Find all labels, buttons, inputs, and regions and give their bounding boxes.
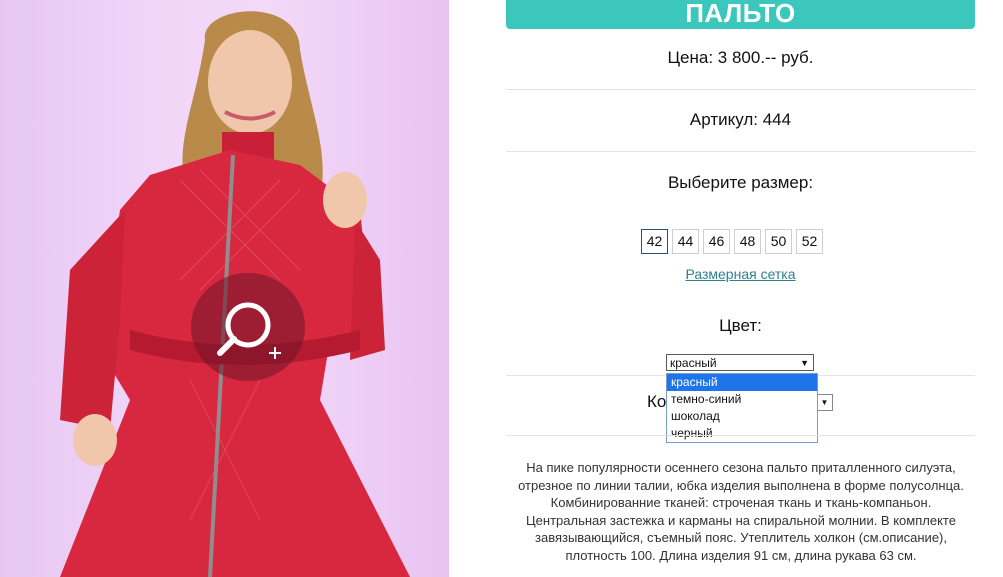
chevron-down-icon: ▼ xyxy=(800,358,809,368)
divider xyxy=(506,151,975,152)
article-text: Артикул: 444 xyxy=(689,110,792,129)
product-description: На пике популярности осеннего сезона пал… xyxy=(518,460,964,563)
zoom-in-icon xyxy=(217,302,281,359)
color-select-value: красный xyxy=(670,356,717,370)
product-photo[interactable] xyxy=(0,0,449,577)
zoom-overlay[interactable] xyxy=(191,273,305,381)
color-option-chocolate[interactable]: шоколад xyxy=(667,408,817,425)
chevron-down-icon: ▼ xyxy=(820,398,829,407)
size-options: 42 44 46 48 50 52 xyxy=(641,229,823,254)
quantity-select[interactable]: ▼ xyxy=(816,394,833,411)
quantity-label: Ко xyxy=(647,392,667,411)
size-option-48[interactable]: 48 xyxy=(734,229,761,254)
size-option-42[interactable]: 42 xyxy=(641,229,668,254)
size-prompt: Выберите размер: xyxy=(667,173,814,192)
color-label: Цвет: xyxy=(719,316,762,335)
size-option-52[interactable]: 52 xyxy=(796,229,823,254)
size-option-50[interactable]: 50 xyxy=(765,229,792,254)
color-dropdown-list: красный темно-синий шоколад черный xyxy=(666,373,818,443)
color-option-red[interactable]: красный xyxy=(667,374,817,391)
price-text: Цена: 3 800.-- руб. xyxy=(667,48,814,67)
size-chart-link[interactable]: Размерная сетка xyxy=(506,266,975,282)
color-option-black[interactable]: черный xyxy=(667,425,817,442)
size-option-44[interactable]: 44 xyxy=(672,229,699,254)
product-title: ПАЛЬТО xyxy=(506,0,975,29)
size-option-46[interactable]: 46 xyxy=(703,229,730,254)
color-select[interactable]: красный ▼ xyxy=(666,354,814,371)
divider xyxy=(506,435,975,436)
divider xyxy=(506,89,975,90)
color-option-navy[interactable]: темно-синий xyxy=(667,391,817,408)
